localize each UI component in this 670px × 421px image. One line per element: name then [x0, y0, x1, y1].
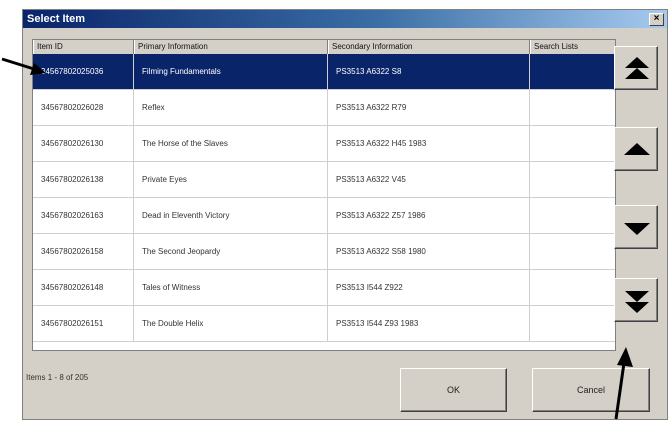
item-id-cell: 34567802026138: [33, 162, 134, 198]
search-lists-cell: [530, 234, 615, 270]
list-item[interactable]: 34567802026151 The Double Helix PS3513 I…: [33, 306, 615, 342]
primary-info-cell: Filming Fundamentals: [134, 54, 328, 90]
list-item[interactable]: 34567802026163 Dead in Eleventh Victory …: [33, 198, 615, 234]
search-lists-cell: [530, 54, 615, 90]
secondary-info-cell: PS3513 I544 Z922: [328, 270, 530, 306]
column-header-search-lists[interactable]: Search Lists: [530, 40, 615, 54]
primary-info-cell: Dead in Eleventh Victory: [134, 198, 328, 234]
secondary-info-cell: PS3513 A6322 V45: [328, 162, 530, 198]
search-lists-cell: [530, 162, 615, 198]
primary-info-cell: The Double Helix: [134, 306, 328, 342]
search-lists-cell: [530, 306, 615, 342]
item-id-cell: 34567802025036: [33, 54, 134, 90]
search-lists-cell: [530, 126, 615, 162]
item-id-cell: 34567802026028: [33, 90, 134, 126]
list-item[interactable]: 34567802026148 Tales of Witness PS3513 I…: [33, 270, 615, 306]
list-item[interactable]: 34567802026158 The Second Jeopardy PS351…: [33, 234, 615, 270]
ok-button[interactable]: OK: [400, 368, 507, 412]
list-header: Item ID Primary Information Secondary In…: [33, 40, 615, 55]
down-arrow-icon: [624, 223, 650, 235]
secondary-info-cell: PS3513 A6322 S8: [328, 54, 530, 90]
search-lists-cell: [530, 198, 615, 234]
last-page-button[interactable]: [614, 278, 658, 322]
secondary-info-cell: PS3513 A6322 Z57 1986: [328, 198, 530, 234]
previous-button[interactable]: [614, 127, 658, 171]
search-lists-cell: [530, 90, 615, 126]
select-item-dialog: Select Item × Item ID Primary Informatio…: [22, 9, 668, 420]
double-down-arrow-icon: [625, 291, 649, 313]
list-item[interactable]: 34567802025036 Filming Fundamentals PS35…: [33, 54, 615, 90]
secondary-info-cell: PS3513 A6322 S58 1980: [328, 234, 530, 270]
callout-arrow-button-icon: [614, 347, 633, 420]
primary-info-cell: Private Eyes: [134, 162, 328, 198]
column-header-secondary[interactable]: Secondary Information: [328, 40, 530, 54]
item-id-cell: 34567802026163: [33, 198, 134, 234]
title-bar: Select Item ×: [23, 10, 667, 28]
secondary-info-cell: PS3513 I544 Z93 1983: [328, 306, 530, 342]
dialog-title: Select Item: [27, 13, 86, 25]
first-page-button[interactable]: [614, 46, 658, 90]
search-lists-cell: [530, 270, 615, 306]
list-item[interactable]: 34567802026138 Private Eyes PS3513 A6322…: [33, 162, 615, 198]
list-item[interactable]: 34567802026028 Reflex PS3513 A6322 R79: [33, 90, 615, 126]
item-count-status: Items 1 - 8 of 205: [26, 373, 89, 382]
column-header-item-id[interactable]: Item ID: [33, 40, 134, 54]
secondary-info-cell: PS3513 A6322 R79: [328, 90, 530, 126]
item-list: Item ID Primary Information Secondary In…: [32, 39, 616, 351]
callout-arrow-row-icon: [1, 57, 46, 75]
primary-info-cell: Tales of Witness: [134, 270, 328, 306]
primary-info-cell: Reflex: [134, 90, 328, 126]
next-button[interactable]: [614, 205, 658, 249]
double-up-arrow-icon: [625, 57, 649, 79]
item-id-cell: 34567802026148: [33, 270, 134, 306]
item-id-cell: 34567802026158: [33, 234, 134, 270]
primary-info-cell: The Second Jeopardy: [134, 234, 328, 270]
list-item[interactable]: 34567802026130 The Horse of the Slaves P…: [33, 126, 615, 162]
column-header-primary[interactable]: Primary Information: [134, 40, 328, 54]
primary-info-cell: The Horse of the Slaves: [134, 126, 328, 162]
secondary-info-cell: PS3513 A6322 H45 1983: [328, 126, 530, 162]
up-arrow-icon: [624, 143, 650, 155]
item-id-cell: 34567802026130: [33, 126, 134, 162]
close-button[interactable]: ×: [649, 13, 664, 26]
item-id-cell: 34567802026151: [33, 306, 134, 342]
